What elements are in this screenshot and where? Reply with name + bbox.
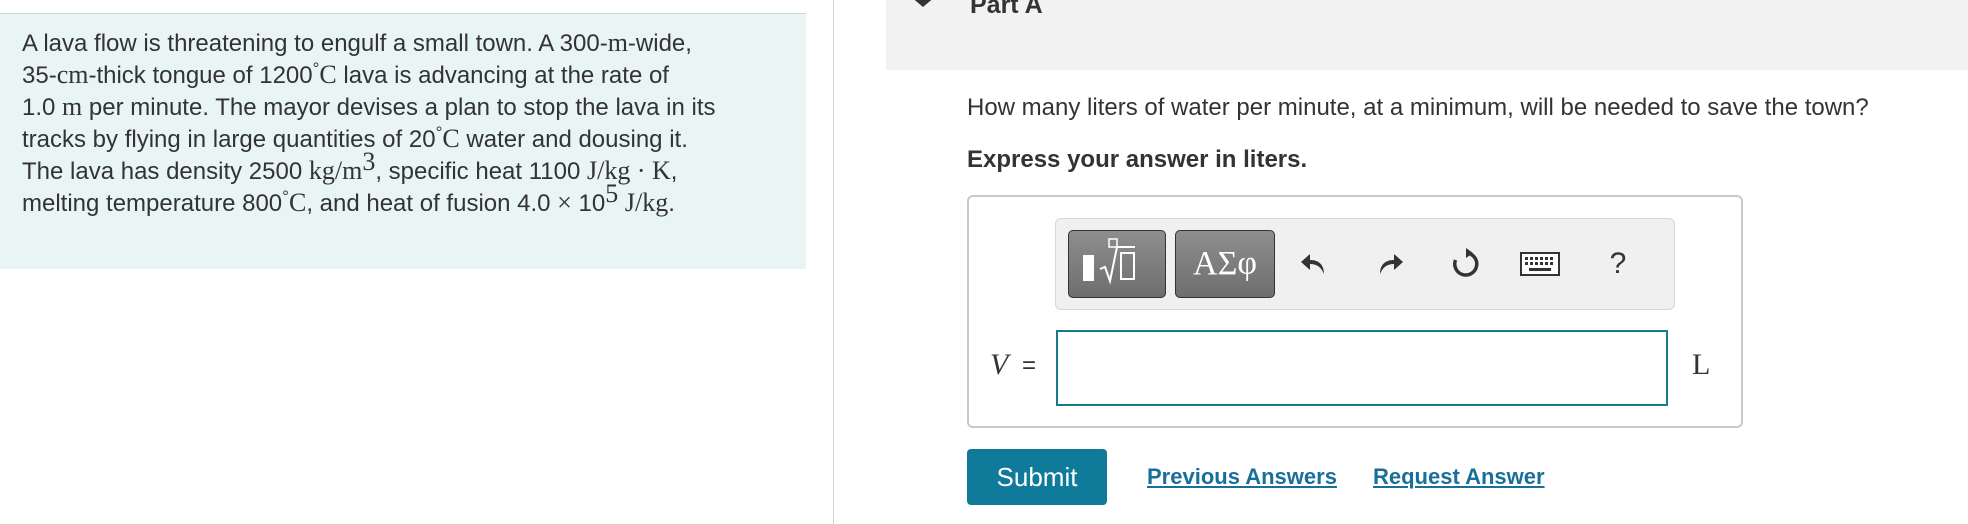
times-symbol: × bbox=[557, 188, 572, 217]
undo-button[interactable] bbox=[1292, 236, 1336, 292]
text: per minute. The mayor devises a plan to … bbox=[82, 94, 716, 121]
answer-input[interactable] bbox=[1056, 330, 1668, 406]
greek-symbols-button[interactable]: ΑΣφ bbox=[1175, 230, 1275, 298]
problem-line-5: The lava has density 2500 kg/m3, specifi… bbox=[22, 149, 812, 187]
math-unit: kg/m bbox=[308, 156, 363, 185]
math-unit: C bbox=[442, 124, 460, 153]
text: melting temperature 800 bbox=[22, 190, 283, 217]
redo-icon bbox=[1380, 254, 1403, 274]
redo-button[interactable] bbox=[1368, 236, 1412, 292]
text: lava is advancing at the rate of bbox=[336, 62, 669, 89]
text: 35- bbox=[22, 62, 57, 89]
math-unit: m bbox=[607, 28, 628, 57]
equals-sign: = bbox=[1022, 352, 1037, 379]
question-text: How many liters of water per minute, at … bbox=[967, 94, 1869, 121]
math-unit: cm bbox=[56, 60, 89, 89]
panel-divider bbox=[833, 0, 834, 524]
exponent: 3 bbox=[362, 147, 376, 176]
math-unit: m bbox=[62, 92, 83, 121]
math-unit: C bbox=[319, 60, 337, 89]
request-answer-link[interactable]: Request Answer bbox=[1373, 464, 1545, 490]
math-unit: C bbox=[288, 188, 307, 217]
problem-line-4: tracks by flying in large quantities of … bbox=[22, 123, 812, 155]
text: , and heat of fusion 4.0 bbox=[306, 190, 558, 217]
text: -wide, bbox=[627, 30, 692, 57]
submit-button[interactable]: Submit bbox=[967, 449, 1107, 505]
problem-line-3: 1.0 m per minute. The mayor devises a pl… bbox=[22, 91, 812, 123]
answer-unit: L bbox=[1692, 348, 1711, 381]
keyboard-icon bbox=[1520, 252, 1560, 276]
math-unit: J/kg · K bbox=[587, 156, 671, 185]
problem-line-2: 35-cm-thick tongue of 1200°C lava is adv… bbox=[22, 59, 812, 91]
text: 10 bbox=[571, 190, 606, 217]
part-header[interactable] bbox=[886, 0, 1968, 70]
templates-button[interactable] bbox=[1068, 230, 1166, 298]
previous-answers-link[interactable]: Previous Answers bbox=[1147, 464, 1337, 490]
text bbox=[618, 190, 625, 217]
text: 1.0 bbox=[22, 94, 63, 121]
text: , specific heat 1100 bbox=[375, 158, 587, 185]
reset-icon bbox=[1453, 248, 1479, 277]
part-title: Part A bbox=[970, 0, 1043, 19]
text: water and dousing it. bbox=[459, 126, 688, 153]
reset-button[interactable] bbox=[1444, 236, 1488, 292]
answer-instruction: Express your answer in liters. bbox=[967, 146, 1308, 173]
degree-symbol: ° bbox=[282, 187, 289, 206]
exponent: 5 bbox=[605, 179, 619, 208]
problem-line-1: A lava flow is threatening to engulf a s… bbox=[22, 27, 812, 59]
text: A lava flow is threatening to engulf a s… bbox=[22, 30, 608, 57]
problem-panel: A lava flow is threatening to engulf a s… bbox=[0, 0, 833, 524]
help-button[interactable]: ? bbox=[1598, 236, 1638, 292]
text: . bbox=[668, 190, 675, 217]
problem-statement: A lava flow is threatening to engulf a s… bbox=[22, 27, 812, 219]
collapse-caret-icon[interactable] bbox=[910, 0, 936, 7]
undo-icon bbox=[1301, 254, 1324, 274]
text: , bbox=[670, 158, 678, 185]
math-unit: J/kg bbox=[624, 188, 669, 217]
keyboard-button[interactable] bbox=[1518, 236, 1562, 292]
text: -thick tongue of 1200 bbox=[88, 62, 313, 89]
answer-variable-label: V bbox=[990, 348, 1009, 381]
templates-icon bbox=[1083, 238, 1135, 285]
problem-line-6: melting temperature 800°C, and heat of f… bbox=[22, 181, 812, 219]
text: The lava has density 2500 bbox=[22, 158, 309, 185]
